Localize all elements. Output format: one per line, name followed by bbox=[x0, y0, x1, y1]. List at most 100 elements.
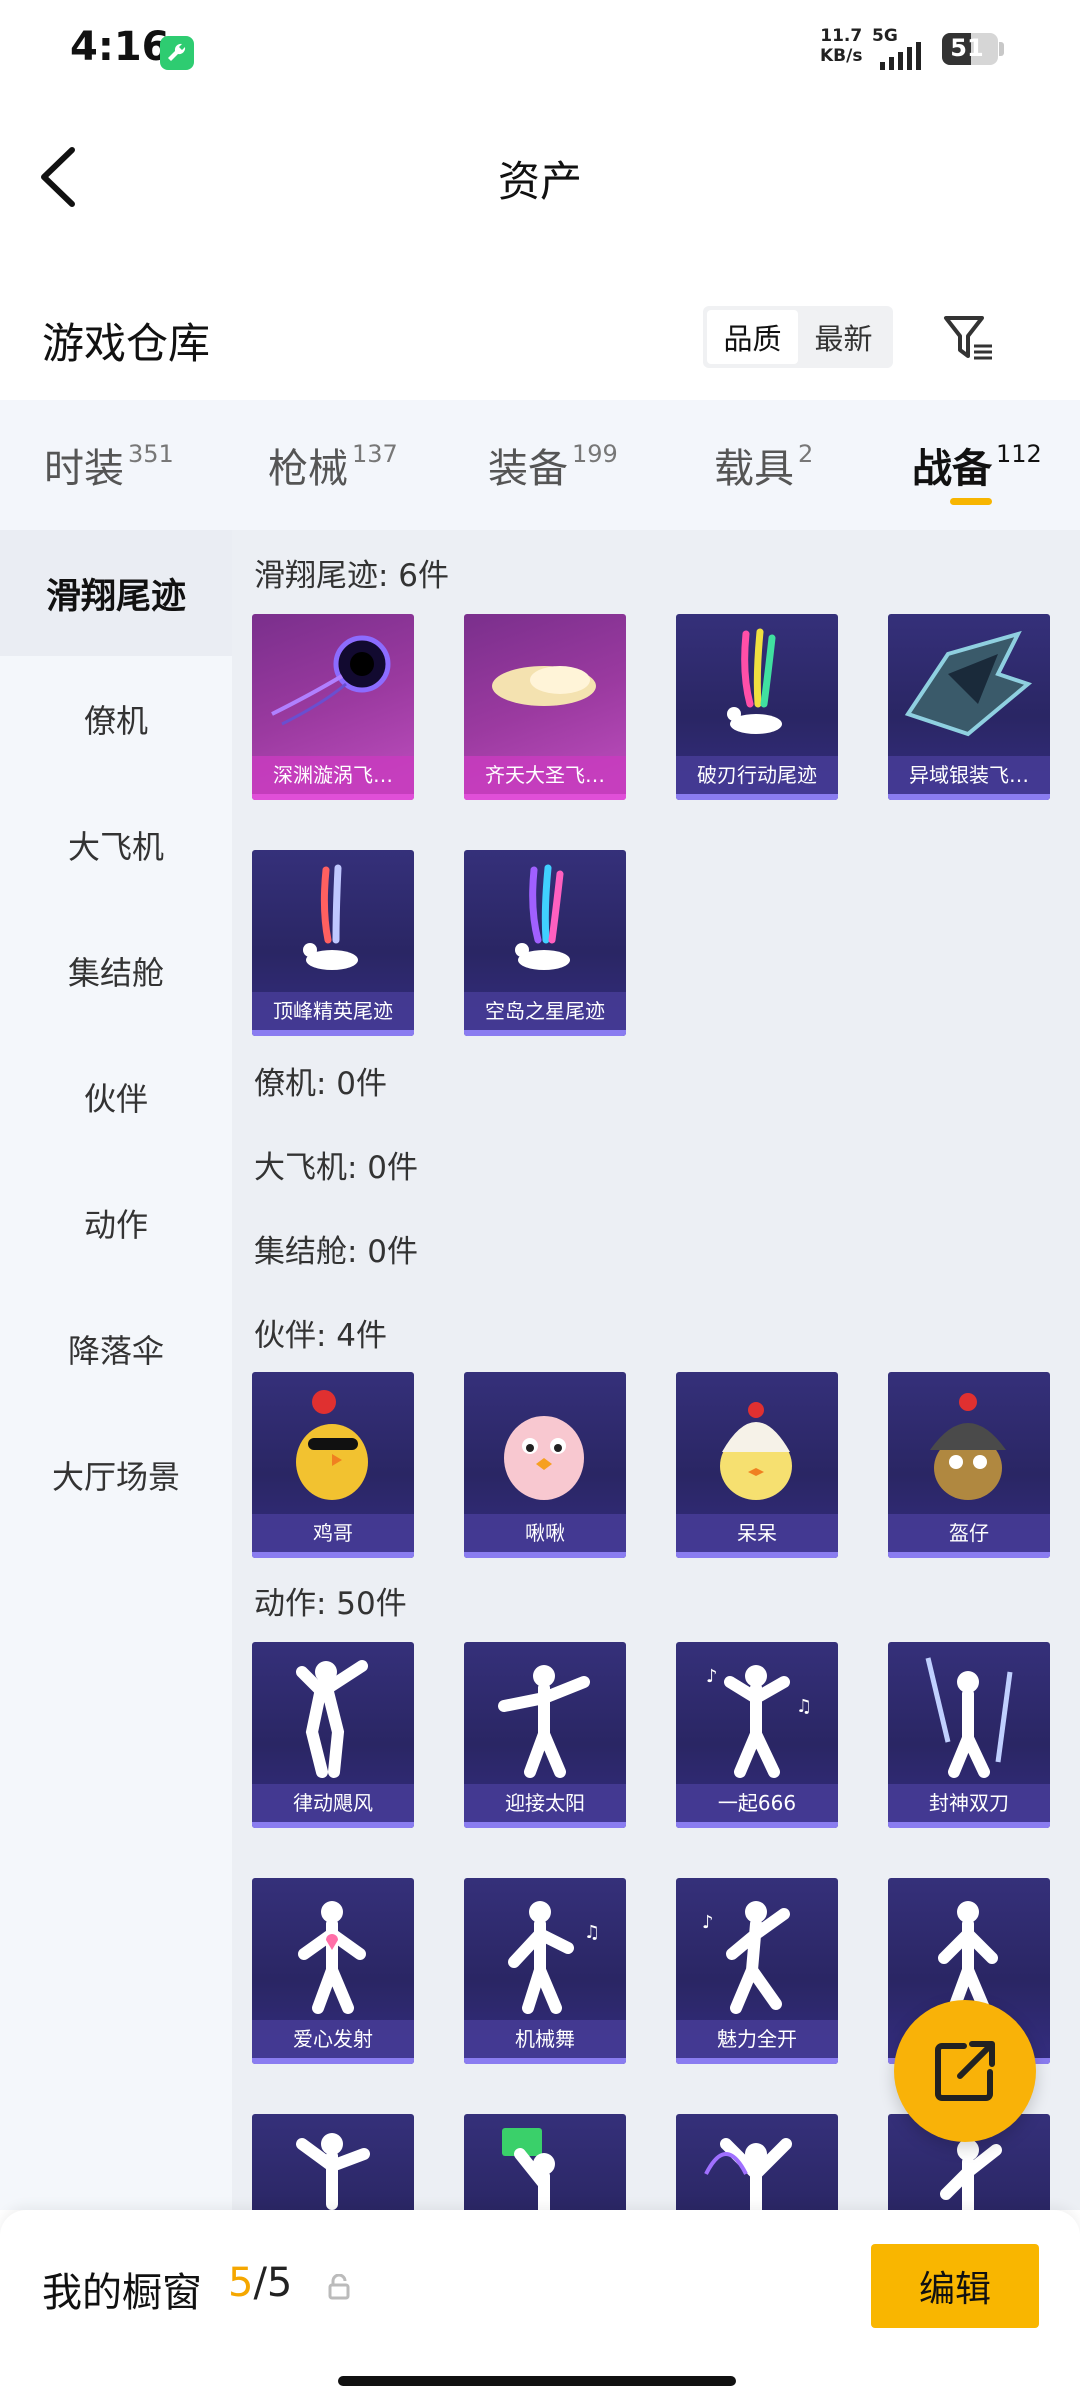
tab-battle-gear[interactable]: 战备 112 bbox=[912, 436, 1042, 494]
item-card[interactable]: 齐天大圣飞… bbox=[464, 614, 626, 800]
showcase-count: 5/5 bbox=[228, 2260, 292, 2306]
group-title-partner: 伙伴: 4件 bbox=[254, 1318, 388, 1354]
status-time: 4:16 bbox=[70, 24, 170, 70]
item-card[interactable]: 空岛之星尾迹 bbox=[464, 850, 626, 1036]
tab-equipment[interactable]: 装备 199 bbox=[488, 436, 618, 494]
battery-icon: 51 bbox=[942, 33, 998, 65]
showcase-total: /5 bbox=[253, 2260, 293, 2306]
sidebar-item-parachute[interactable]: 降落伞 bbox=[0, 1286, 232, 1412]
tab-label: 时装 bbox=[44, 446, 124, 492]
rarity-strip bbox=[464, 1822, 626, 1828]
item-name: 异域银装飞… bbox=[888, 756, 1050, 794]
battery-tip bbox=[999, 42, 1004, 56]
group-title-glide: 滑翔尾迹: 6件 bbox=[254, 558, 450, 594]
item-name: 鸡哥 bbox=[252, 1514, 414, 1552]
status-bar: 4:16 11.7 KB/s 5G 51 bbox=[0, 0, 1080, 100]
rarity-strip bbox=[252, 2058, 414, 2064]
item-card[interactable]: ♫ 机械舞 bbox=[464, 1878, 626, 2064]
item-card[interactable]: 顶峰精英尾迹 bbox=[252, 850, 414, 1036]
filter-icon[interactable] bbox=[938, 306, 1000, 368]
content-area: 滑翔尾迹: 6件 深渊漩涡飞… 齐天大圣飞… 破刃行动尾迹 异域银装飞… 顶峰精… bbox=[232, 530, 1080, 2210]
sidebar: 滑翔尾迹 僚机 大飞机 集结舱 伙伴 动作 降落伞 大厅场景 bbox=[0, 530, 232, 2210]
edit-button[interactable]: 编辑 bbox=[871, 2244, 1039, 2328]
item-card[interactable]: 盔仔 bbox=[888, 1372, 1050, 1558]
emote-pose-art: ♫ bbox=[508, 1901, 600, 2014]
item-card[interactable]: 破刃行动尾迹 bbox=[676, 614, 838, 800]
sort-toggle: 品质 最新 bbox=[703, 306, 893, 368]
elite-trail-art bbox=[303, 864, 358, 970]
emote-pose-art bbox=[298, 1901, 366, 2014]
emote-pose-art: ♪ ♫ bbox=[706, 1665, 812, 1778]
emote-pose-art bbox=[296, 2133, 370, 2210]
rarity-strip bbox=[888, 1822, 1050, 1828]
item-card[interactable]: 爱心发射 bbox=[252, 1878, 414, 2064]
emote-pose-art bbox=[925, 1657, 1013, 1778]
emote-pose-art: ♪ bbox=[702, 1901, 790, 2014]
item-name: 顶峰精英尾迹 bbox=[252, 992, 414, 1030]
item-name: 呆呆 bbox=[676, 1514, 838, 1552]
item-card[interactable]: ♪ ♫ 一起666 bbox=[676, 1642, 838, 1828]
net-speed-unit: KB/s bbox=[820, 46, 863, 66]
sidebar-item-partner[interactable]: 伙伴 bbox=[0, 1034, 232, 1160]
item-name: 封神双刀 bbox=[888, 1784, 1050, 1822]
svg-text:♪: ♪ bbox=[702, 1912, 714, 1933]
tab-label: 战备 bbox=[912, 446, 992, 492]
sort-quality-button[interactable]: 品质 bbox=[707, 310, 798, 364]
item-name: 迎接太阳 bbox=[464, 1784, 626, 1822]
chick-partner-art bbox=[720, 1402, 792, 1500]
group-title-emote: 动作: 50件 bbox=[254, 1586, 407, 1622]
rarity-strip bbox=[676, 1552, 838, 1558]
home-indicator bbox=[338, 2376, 736, 2386]
item-card[interactable]: 呆呆 bbox=[676, 1372, 838, 1558]
rarity-strip bbox=[252, 1552, 414, 1558]
rarity-strip bbox=[676, 794, 838, 800]
rarity-strip bbox=[464, 1030, 626, 1036]
tab-vehicles[interactable]: 载具 2 bbox=[714, 436, 813, 494]
sort-latest-button[interactable]: 最新 bbox=[798, 310, 889, 364]
rainbow-trail-art bbox=[727, 628, 782, 734]
pink-bird-partner-art bbox=[504, 1416, 584, 1500]
sidebar-item-lobby-scene[interactable]: 大厅场景 bbox=[0, 1412, 232, 1538]
signal-icon bbox=[880, 42, 921, 70]
tab-count: 199 bbox=[572, 440, 618, 468]
screen: 4:16 11.7 KB/s 5G 51 资产 游戏仓库 品质 最新 时装 35… bbox=[0, 0, 1080, 2400]
bottom-bar: 我的橱窗 5/5 编辑 bbox=[0, 2210, 1080, 2400]
item-name: 律动飓风 bbox=[252, 1784, 414, 1822]
sidebar-item-capsule[interactable]: 集结舱 bbox=[0, 908, 232, 1034]
share-button[interactable] bbox=[894, 2000, 1036, 2142]
silver-wing-art bbox=[904, 630, 1033, 737]
item-name: 破刃行动尾迹 bbox=[676, 756, 838, 794]
lock-icon bbox=[328, 2274, 350, 2300]
svg-text:♪: ♪ bbox=[706, 1666, 718, 1687]
cloud-glide-art bbox=[492, 666, 596, 706]
vortex-glide-art bbox=[271, 635, 391, 726]
item-card[interactable]: 鸡哥 bbox=[252, 1372, 414, 1558]
tab-count: 137 bbox=[352, 440, 398, 468]
item-name: 深渊漩涡飞… bbox=[252, 756, 414, 794]
showcase-label: 我的橱窗 bbox=[42, 2270, 202, 2316]
sidebar-item-glide-trail[interactable]: 滑翔尾迹 bbox=[0, 530, 232, 656]
active-tab-indicator bbox=[950, 498, 992, 505]
svg-text:♫: ♫ bbox=[584, 1922, 600, 1943]
item-card[interactable] bbox=[676, 2114, 838, 2210]
item-card[interactable] bbox=[464, 2114, 626, 2210]
sidebar-item-wingman[interactable]: 僚机 bbox=[0, 656, 232, 782]
item-card[interactable]: 异域银装飞… bbox=[888, 614, 1050, 800]
item-card[interactable]: 封神双刀 bbox=[888, 1642, 1050, 1828]
item-card[interactable]: 深渊漩涡飞… bbox=[252, 614, 414, 800]
battery-level: 51 bbox=[950, 34, 984, 62]
item-name: 啾啾 bbox=[464, 1514, 626, 1552]
net-speed: 11.7 KB/s bbox=[820, 26, 862, 66]
group-title-wingman: 僚机: 0件 bbox=[254, 1066, 388, 1102]
item-card[interactable] bbox=[252, 2114, 414, 2210]
sidebar-item-emote[interactable]: 动作 bbox=[0, 1160, 232, 1286]
item-card[interactable]: 律动飓风 bbox=[252, 1642, 414, 1828]
tab-fashion[interactable]: 时装 351 bbox=[44, 436, 174, 494]
external-link-icon bbox=[935, 2041, 995, 2101]
sidebar-item-plane[interactable]: 大飞机 bbox=[0, 782, 232, 908]
item-card[interactable]: 啾啾 bbox=[464, 1372, 626, 1558]
tab-firearms[interactable]: 枪械 137 bbox=[268, 436, 398, 494]
item-card[interactable]: ♪ 魅力全开 bbox=[676, 1878, 838, 2064]
item-name: 空岛之星尾迹 bbox=[464, 992, 626, 1030]
item-card[interactable]: 迎接太阳 bbox=[464, 1642, 626, 1828]
